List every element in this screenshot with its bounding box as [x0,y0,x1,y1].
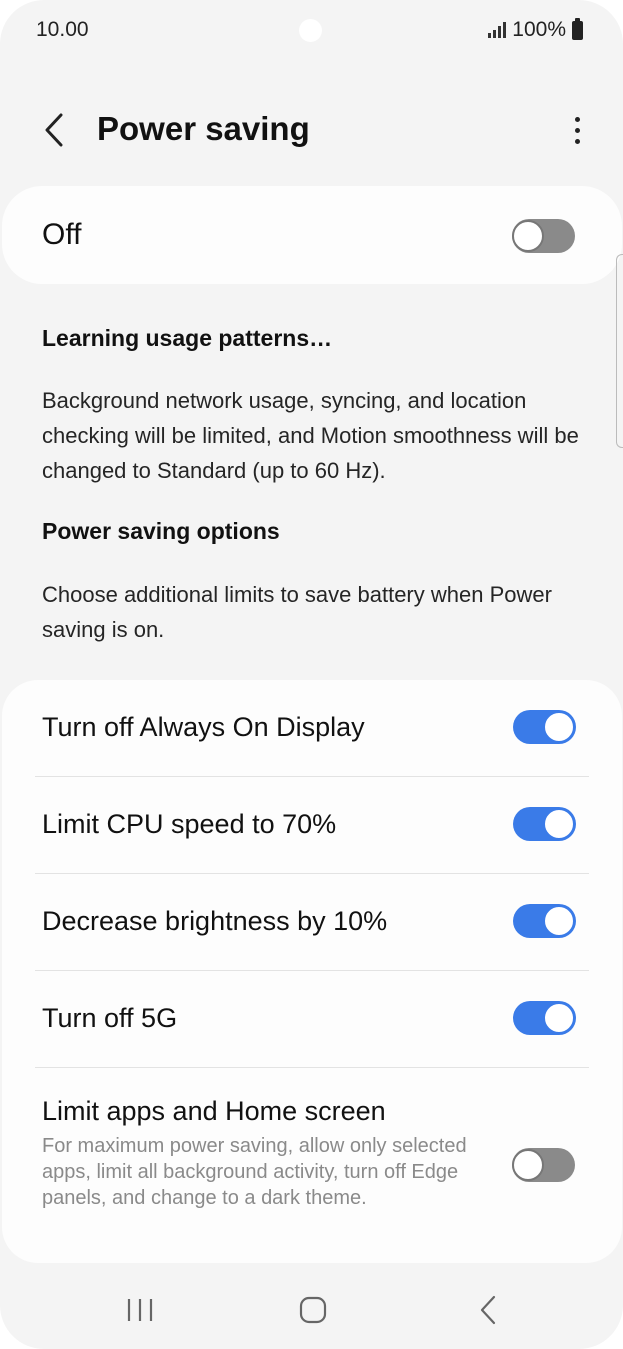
status-time: 10.00 [36,18,89,41]
home-icon [299,1296,327,1324]
option-toggle[interactable] [513,710,576,744]
recents-icon [127,1299,153,1321]
toggle-knob [543,905,575,937]
option-label: Decrease brightness by 10% [42,906,388,936]
options-body: Choose additional limits to save battery… [42,582,552,642]
scroll-indicator[interactable] [616,254,623,448]
status-indicators: 100% [488,17,583,42]
battery-icon [572,17,583,40]
options-list: Turn off Always On Display Limit CPU spe… [2,680,622,1263]
back-icon [480,1295,496,1325]
home-button[interactable] [283,1288,343,1332]
master-switch-card[interactable]: Off [2,186,622,284]
phone-screen: 10.00 100% Power saving Off Learning usa… [0,0,623,1349]
recents-button[interactable] [110,1288,170,1332]
toggle-knob [543,711,575,743]
option-row-brightness[interactable]: Decrease brightness by 10% [2,874,622,970]
option-toggle[interactable] [513,1001,576,1035]
option-label: Turn off Always On Display [42,712,365,742]
toggle-knob [543,1002,575,1034]
option-toggle[interactable] [513,807,576,841]
toggle-knob [543,808,575,840]
learning-heading: Learning usage patterns… [42,325,333,351]
toggle-knob [512,220,544,252]
option-label: Limit CPU speed to 70% [42,809,337,839]
option-row-5g[interactable]: Turn off 5G [2,971,622,1067]
option-toggle[interactable] [512,1148,575,1182]
options-heading: Power saving options [42,518,280,544]
option-toggle[interactable] [513,904,576,938]
app-header: Power saving [0,90,623,170]
option-row-aod[interactable]: Turn off Always On Display [2,680,622,776]
signal-icon [488,22,507,38]
chevron-left-icon [45,113,63,147]
option-description: For maximum power saving, allow only sel… [42,1135,467,1209]
option-label: Limit apps and Home screen [42,1096,386,1126]
back-button[interactable] [30,102,78,158]
navigation-bar [0,1270,623,1349]
master-switch-label: Off [42,218,82,251]
camera-cutout [299,19,322,42]
master-toggle[interactable] [512,219,575,253]
more-vert-icon [574,116,580,122]
option-label: Turn off 5G [42,1003,178,1033]
nav-back-button[interactable] [458,1288,518,1332]
learning-body: Background network usage, syncing, and l… [42,388,579,483]
battery-percent: 100% [512,18,566,41]
more-options-button[interactable] [567,108,587,152]
option-row-cpu[interactable]: Limit CPU speed to 70% [2,777,622,873]
status-bar: 10.00 100% [0,0,623,62]
toggle-knob [512,1149,544,1181]
option-row-limit-apps[interactable]: Limit apps and Home screen For maximum p… [2,1068,622,1258]
page-title: Power saving [97,110,310,147]
